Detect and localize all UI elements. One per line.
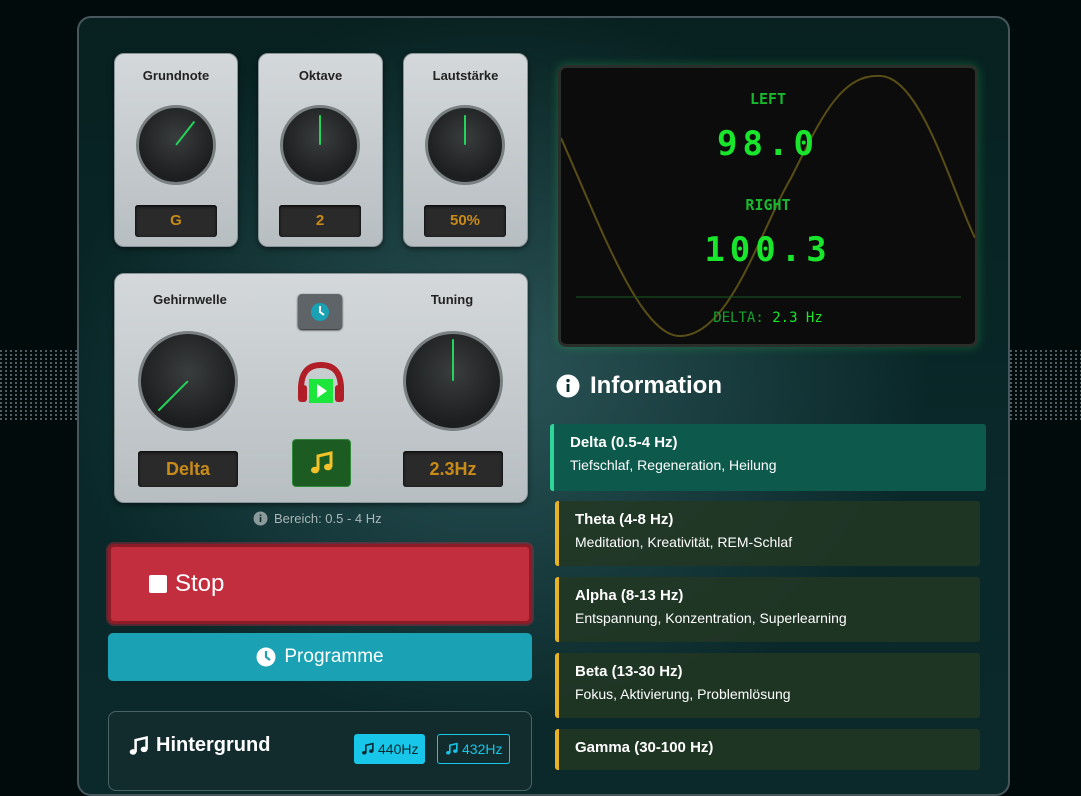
background-waveform-right	[1010, 350, 1081, 420]
delta-value: 2.3 Hz	[772, 310, 823, 326]
grundnote-knob[interactable]	[136, 105, 216, 185]
lautstaerke-panel: Lautstärke 50%	[403, 53, 528, 247]
knob-indicator	[319, 115, 321, 145]
left-label: LEFT	[749, 90, 787, 108]
hintergrund-panel: Hintergrund 440Hz 432Hz	[108, 711, 532, 791]
stop-icon	[149, 575, 167, 593]
information-heading: Information	[556, 372, 722, 400]
right-label: RIGHT	[745, 196, 791, 214]
info-card-title: Delta (0.5-4 Hz)	[570, 434, 678, 451]
delta-readout: DELTA: 2.3 Hz	[561, 310, 975, 326]
info-card-desc: Entspannung, Konzentration, Superlearnin…	[575, 610, 847, 626]
timer-button[interactable]	[298, 294, 342, 329]
background-waveform-left	[0, 350, 80, 420]
hintergrund-title: Hintergrund	[156, 734, 271, 756]
info-icon	[253, 511, 268, 526]
music-note-icon	[310, 451, 332, 474]
info-card-title: Beta (13-30 Hz)	[575, 663, 683, 680]
hz-432-label: 432Hz	[462, 741, 503, 757]
info-card-delta[interactable]: Delta (0.5-4 Hz) Tiefschlaf, Regeneratio…	[550, 424, 986, 491]
music-note-icon	[446, 742, 458, 755]
left-frequency: 98.0	[717, 124, 819, 164]
grundnote-title: Grundnote	[142, 68, 210, 83]
oktave-display: 2	[279, 205, 361, 237]
clock-icon	[311, 302, 329, 321]
gehirnwelle-title: Gehirnwelle	[153, 292, 227, 307]
delta-label: DELTA:	[713, 310, 764, 326]
tuning-knob[interactable]	[403, 331, 503, 431]
tuning-title: Tuning	[430, 292, 474, 307]
programme-button[interactable]: Programme	[108, 633, 532, 681]
knob-indicator	[175, 120, 196, 146]
knob-indicator	[157, 380, 189, 412]
knob-indicator	[464, 115, 466, 145]
music-note-icon	[362, 742, 374, 755]
oktave-title: Oktave	[298, 68, 343, 83]
music-button[interactable]	[292, 439, 351, 487]
oktave-panel: Oktave 2	[258, 53, 383, 247]
info-card-alpha[interactable]: Alpha (8-13 Hz) Entspannung, Konzentrati…	[555, 577, 980, 642]
hintergrund-heading: Hintergrund	[128, 734, 270, 757]
grundnote-display: G	[135, 205, 217, 237]
knob-indicator	[452, 339, 454, 381]
info-card-desc: Meditation, Kreativität, REM-Schlaf	[575, 534, 793, 550]
hz-432-button[interactable]: 432Hz	[437, 734, 511, 764]
info-card-desc: Fokus, Aktivierung, Problemlösung	[575, 686, 791, 702]
lautstaerke-title: Lautstärke	[432, 68, 499, 83]
right-frequency: 100.3	[704, 230, 832, 270]
range-hint-text: Bereich: 0.5 - 4 Hz	[274, 511, 382, 526]
stop-label: Stop	[175, 570, 225, 597]
info-card-beta[interactable]: Beta (13-30 Hz) Fokus, Aktivierung, Prob…	[555, 653, 980, 718]
music-note-icon	[129, 735, 148, 755]
programme-label: Programme	[284, 646, 384, 667]
hz-440-label: 440Hz	[378, 741, 419, 757]
lautstaerke-display: 50%	[424, 205, 506, 237]
frequency-display: LEFT 98.0 RIGHT 100.3 DELTA: 2.3 Hz	[558, 65, 978, 347]
info-card-gamma[interactable]: Gamma (30-100 Hz)	[555, 729, 980, 770]
oktave-knob[interactable]	[280, 105, 360, 185]
info-card-title: Gamma (30-100 Hz)	[575, 739, 714, 756]
grundnote-panel: Grundnote G	[114, 53, 238, 247]
gehirnwelle-knob[interactable]	[138, 331, 238, 431]
clock-icon	[256, 647, 276, 667]
headphones-play-icon	[298, 361, 344, 403]
brainwave-panel: Gehirnwelle Delta Tuning 2.3Hz	[114, 273, 528, 503]
info-card-theta[interactable]: Theta (4-8 Hz) Meditation, Kreativität, …	[555, 501, 980, 566]
headphones-play-button[interactable]	[295, 359, 347, 407]
info-card-desc: Tiefschlaf, Regeneration, Heilung	[570, 457, 777, 473]
gehirnwelle-display: Delta	[138, 451, 238, 487]
hz-440-button[interactable]: 440Hz	[354, 734, 426, 764]
stop-button[interactable]: Stop	[108, 544, 532, 624]
range-hint: Bereich: 0.5 - 4 Hz	[253, 511, 382, 526]
info-card-title: Alpha (8-13 Hz)	[575, 587, 684, 604]
info-card-title: Theta (4-8 Hz)	[575, 511, 674, 528]
info-circle-icon	[556, 374, 580, 398]
tuning-display: 2.3Hz	[403, 451, 503, 487]
lautstaerke-knob[interactable]	[425, 105, 505, 185]
information-title: Information	[590, 372, 722, 399]
